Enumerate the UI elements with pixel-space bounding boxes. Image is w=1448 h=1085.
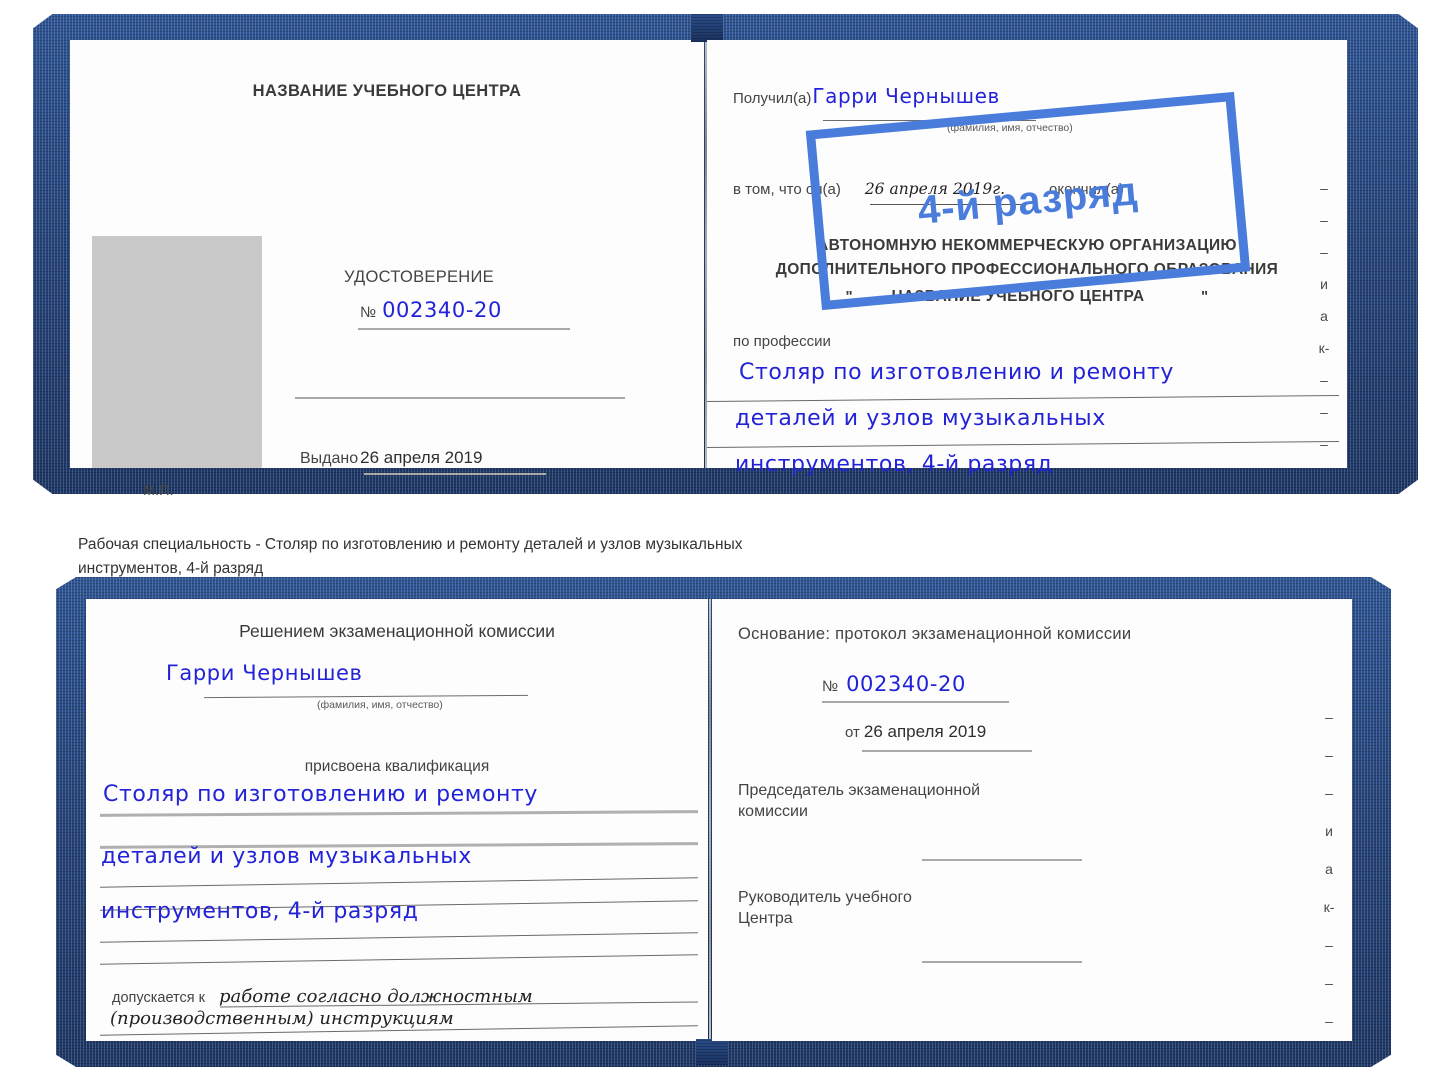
qual-rule-5 — [100, 932, 698, 943]
edge-fragment: – — [1320, 436, 1328, 452]
certificate-number-rule — [358, 328, 570, 330]
issued-date-value: 26 апреля 2019 — [360, 448, 483, 467]
profession-rule-2 — [707, 440, 1339, 449]
edge-fragment: – — [1320, 372, 1328, 388]
qual-rule-3 — [100, 877, 698, 888]
edge-fragment: – — [1320, 404, 1328, 420]
certificate-bottom: Решением экзаменационной комиссии Гарри … — [56, 577, 1391, 1067]
admitted-label: допускается к — [112, 990, 205, 1006]
protocol-number-symbol-icon: № — [822, 678, 839, 695]
edge-fragment: и — [1320, 276, 1328, 292]
edge-fragment: и — [1325, 823, 1333, 839]
certificate-number-row: № 002340-20 — [360, 298, 502, 322]
certificate-top: НАЗВАНИЕ УЧЕБНОГО ЦЕНТРА УДОСТОВЕРЕНИЕ №… — [33, 14, 1418, 499]
qualification-label: присвоена квалификация — [304, 758, 490, 775]
edge-fragment: – — [1325, 975, 1333, 991]
edge-fragment: к- — [1323, 899, 1335, 915]
qualification-line-1: Столяр по изготовлению и ремонту — [103, 782, 539, 807]
edge-fragment: – — [1325, 1013, 1333, 1029]
seal-label-mp: М.П. — [143, 483, 174, 499]
head-signature-rule — [922, 961, 1082, 963]
chairman-line-2: комиссии — [738, 803, 808, 820]
chairman-line-1: Председатель экзаменационной — [738, 782, 981, 799]
profession-label-top: по профессии — [733, 333, 831, 350]
edge-fragments-bottom: – – – и а к- – – – — [1316, 709, 1342, 1029]
certificate-number-value: 002340-20 — [382, 298, 502, 322]
basis-label: Основание: протокол экзаменационной коми… — [738, 625, 1132, 643]
document-title-udostoverenie: УДОСТОВЕРЕНИЕ — [344, 268, 494, 286]
certificate-bottom-spine — [709, 599, 711, 1041]
candidate-name-rule — [204, 694, 528, 699]
protocol-number-rule — [822, 701, 1009, 703]
edge-fragment: – — [1320, 180, 1328, 196]
caption-block: Рабочая специальность - Столяр по изгото… — [78, 533, 1128, 581]
received-row: Получил(а) Гарри Чернышев — [733, 84, 1000, 108]
fio-hint-bottom: (фамилия, имя, отчество) — [317, 699, 443, 711]
edge-fragment: – — [1320, 212, 1328, 228]
received-name-value: Гарри Чернышев — [812, 84, 1000, 108]
blank-rule-middle — [295, 397, 625, 399]
qual-rule-6 — [100, 954, 698, 965]
quote-close-glyph: " — [1200, 288, 1209, 305]
certificate-top-left-page: НАЗВАНИЕ УЧЕБНОГО ЦЕНТРА УДОСТОВЕРЕНИЕ №… — [70, 40, 704, 499]
head-line-2: Центра — [738, 910, 793, 927]
protocol-date-row: от 26 апреля 2019 — [845, 722, 986, 742]
protocol-number-row: № 002340-20 — [822, 672, 966, 696]
edge-fragments-top: – – – и а к- – – – — [1311, 180, 1337, 452]
certificate-bottom-left-page: Решением экзаменационной комиссии Гарри … — [86, 599, 708, 1041]
edge-fragment: – — [1320, 244, 1328, 260]
edge-fragment: – — [1325, 747, 1333, 763]
edge-fragment: – — [1325, 937, 1333, 953]
caption-line-1: Рабочая специальность - Столяр по изгото… — [78, 536, 743, 553]
caption-line-2: инструментов, 4-й разряд — [78, 560, 264, 577]
issue-date-rule — [364, 473, 546, 475]
chairman-signature-rule — [922, 859, 1082, 861]
qualification-line-2: деталей и узлов музыкальных — [101, 844, 472, 869]
issued-label: Выдано — [300, 450, 359, 467]
protocol-date-rule — [862, 750, 1032, 752]
candidate-name-bottom: Гарри Чернышев — [166, 661, 363, 685]
edge-fragment: к- — [1318, 340, 1330, 356]
protocol-date-value: 26 апреля 2019 — [863, 722, 987, 741]
qualification-line-3: инструментов, 4-й разряд — [101, 899, 419, 924]
decision-title: Решением экзаменационной комиссии — [239, 621, 555, 641]
certificate-bottom-spine-notch — [696, 1039, 728, 1065]
received-label: Получил(а) — [733, 90, 812, 107]
head-line-1: Руководитель учебного — [738, 889, 912, 906]
number-symbol-icon: № — [360, 304, 377, 321]
admitted-value-line-2: (производственным) инструкциям — [110, 1008, 454, 1029]
profession-line-1: Столяр по изготовлению и ремонту — [739, 360, 1175, 385]
certificate-bottom-right-page: Основание: протокол экзаменационной коми… — [712, 599, 1352, 1041]
profession-line-3: инструментов, 4-й разряд — [735, 452, 1053, 477]
protocol-number-value: 002340-20 — [846, 672, 966, 696]
qual-rule-1 — [99, 810, 699, 817]
profession-line-2: деталей и узлов музыкальных — [735, 406, 1106, 431]
issue-date-row: Выдано 26 апреля 2019 — [300, 448, 482, 468]
from-label: от — [845, 724, 860, 741]
profession-rule-1 — [707, 394, 1339, 403]
rank-stamp-text: 4-й разряд — [915, 168, 1140, 233]
photo-placeholder — [92, 236, 262, 468]
edge-fragment: а — [1325, 861, 1333, 877]
edge-fragment: – — [1325, 785, 1333, 801]
certificate-top-spine-notch — [691, 14, 723, 42]
training-center-title-top: НАЗВАНИЕ УЧЕБНОГО ЦЕНТРА — [252, 82, 522, 100]
edge-fragment: а — [1320, 308, 1328, 324]
edge-fragment: – — [1325, 709, 1333, 725]
